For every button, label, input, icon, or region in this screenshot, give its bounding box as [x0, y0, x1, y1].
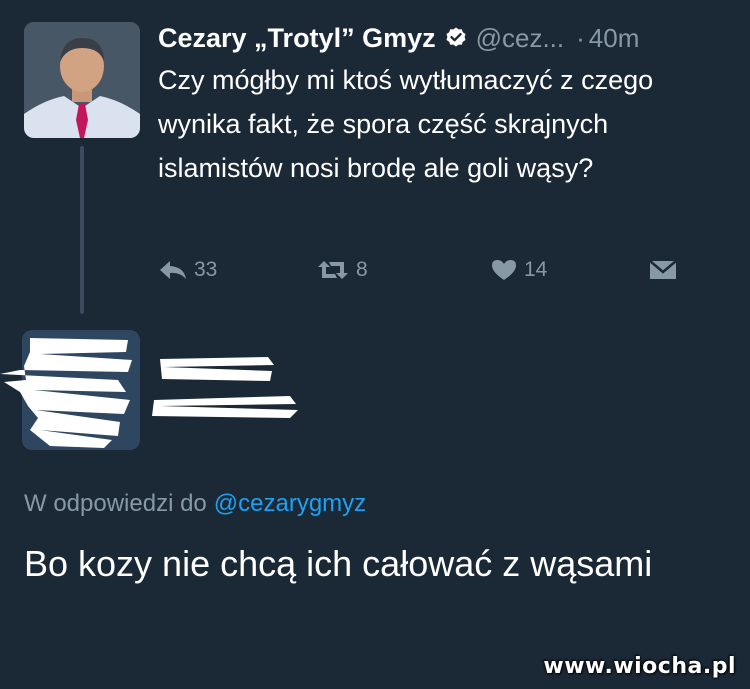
verified-badge-icon — [444, 26, 468, 50]
site-watermark: www.wiocha.pl — [543, 654, 736, 679]
tweet-timestamp[interactable]: 40m — [589, 23, 640, 54]
in-reply-prefix: W odpowiedzi do — [24, 490, 207, 517]
in-reply-to-line: W odpowiedzi do @cezarygmyz — [24, 490, 366, 518]
author-photo — [24, 22, 140, 138]
reply-text: Bo kozy nie chcą ich całować z wąsami — [24, 543, 653, 584]
thread-connector-line — [80, 146, 84, 314]
retweet-icon — [316, 258, 350, 282]
dot-separator: · — [576, 22, 585, 53]
retweet-count: 8 — [356, 258, 368, 281]
direct-message-button[interactable] — [648, 258, 678, 282]
like-count: 14 — [524, 258, 548, 281]
author-display-name[interactable]: Cezary „Trotyl” Gmyz — [158, 23, 436, 54]
reply-button[interactable]: 33 — [158, 258, 217, 282]
reply-author-handle-redacted — [150, 392, 300, 422]
heart-icon — [490, 258, 518, 282]
envelope-icon — [648, 258, 678, 282]
author-avatar[interactable] — [24, 22, 140, 138]
redaction-scribble — [0, 338, 132, 448]
reply-icon — [158, 258, 188, 282]
reply-author-avatar[interactable] — [0, 330, 140, 450]
retweet-button[interactable]: 8 — [316, 258, 368, 282]
author-handle[interactable]: @cez... — [476, 23, 565, 54]
reply-author-name-redacted — [158, 355, 278, 385]
tweet-header: Cezary „Trotyl” Gmyz @cez... · 40m — [158, 20, 639, 56]
tweet-actions-bar: 33 8 14 — [158, 258, 688, 290]
in-reply-mention-link[interactable]: @cezarygmyz — [214, 490, 366, 517]
tweet-text: Czy mógłby mi ktoś wytłumaczyć z czego w… — [158, 65, 654, 183]
reply-count: 33 — [194, 258, 218, 281]
like-button[interactable]: 14 — [490, 258, 547, 282]
